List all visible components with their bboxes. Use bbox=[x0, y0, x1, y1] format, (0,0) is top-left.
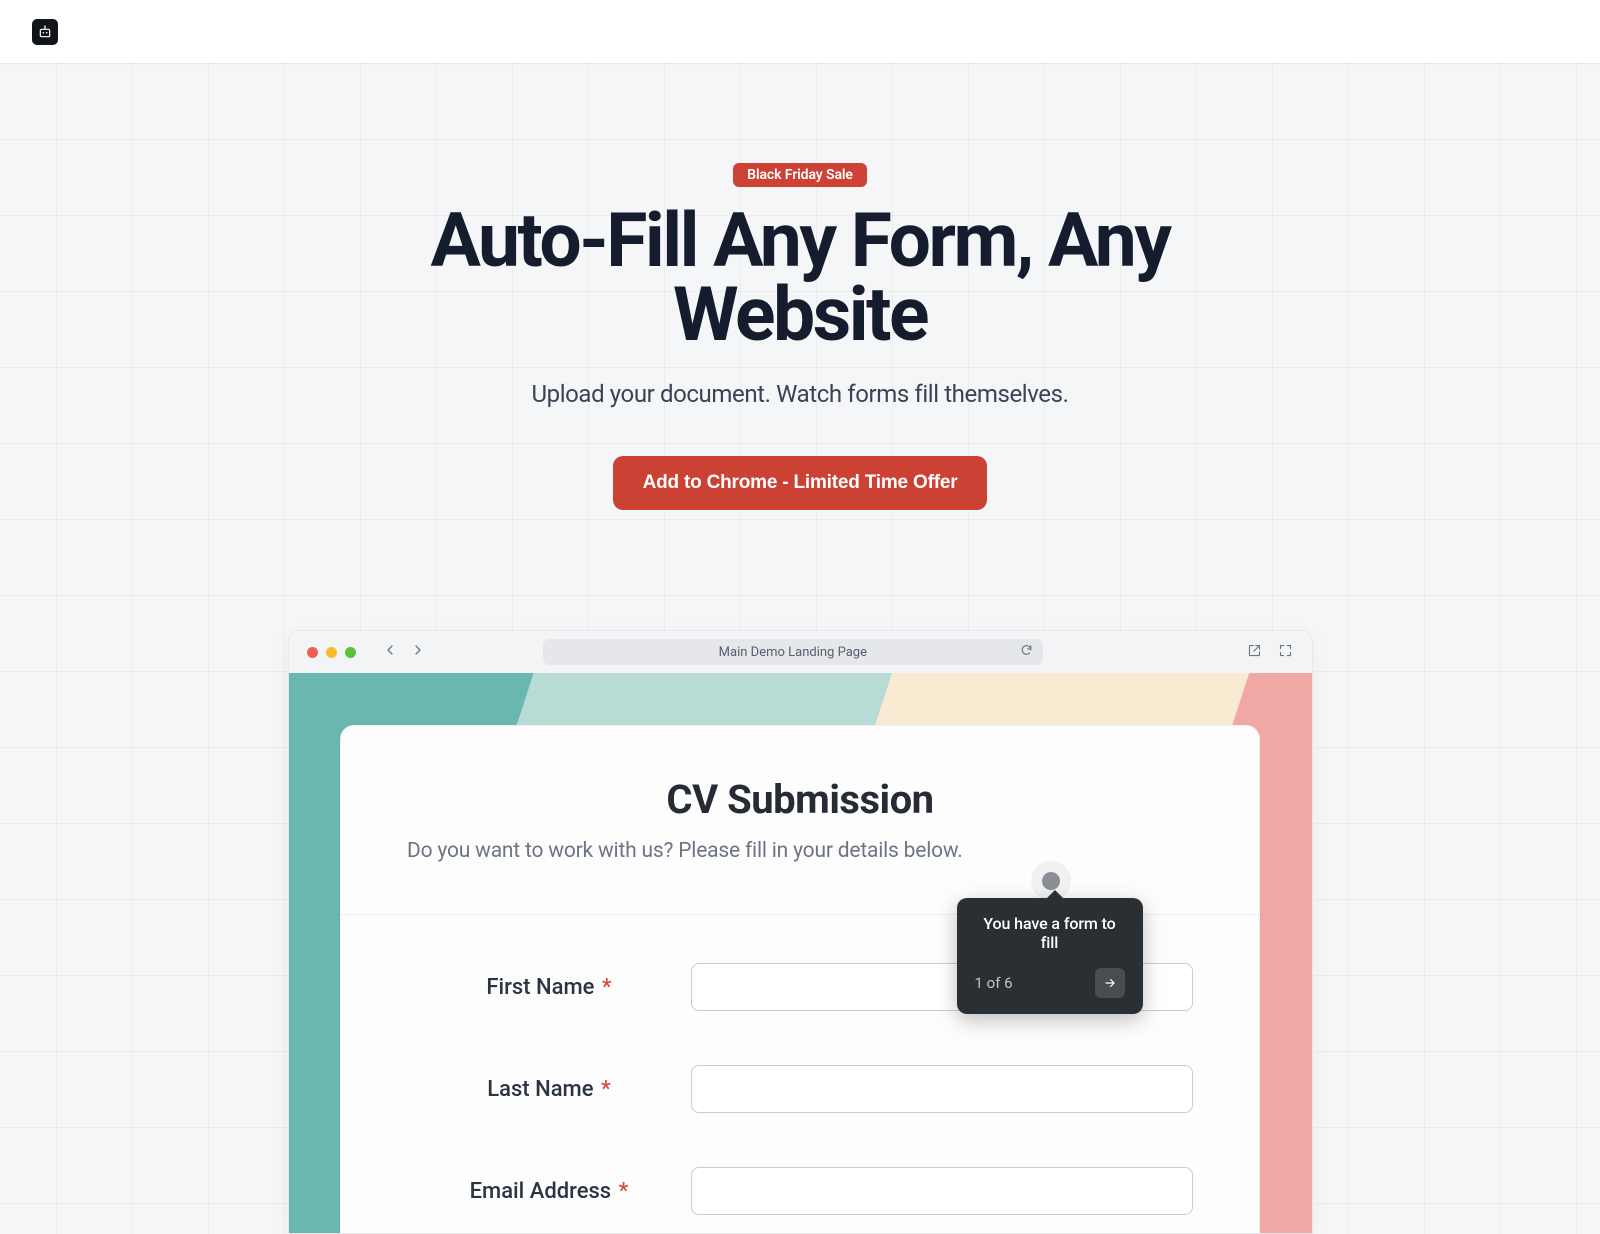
required-asterisk: * bbox=[596, 1077, 611, 1102]
hero-subtitle: Upload your document. Watch forms fill t… bbox=[0, 380, 1600, 408]
browser-chrome-bar: Main Demo Landing Page bbox=[289, 631, 1312, 673]
maximize-dot-icon bbox=[345, 647, 356, 658]
robot-icon bbox=[37, 24, 53, 40]
app-logo[interactable] bbox=[32, 19, 58, 45]
email-input[interactable] bbox=[691, 1167, 1193, 1215]
address-text: Main Demo Landing Page bbox=[719, 645, 867, 660]
first-name-label: First Name * bbox=[407, 975, 691, 1000]
add-to-chrome-button[interactable]: Add to Chrome - Limited Time Offer bbox=[613, 456, 988, 510]
nav-arrows bbox=[382, 642, 426, 662]
minimize-dot-icon bbox=[326, 647, 337, 658]
hero-section: Black Friday Sale Auto-Fill Any Form, An… bbox=[0, 63, 1600, 1234]
back-icon[interactable] bbox=[382, 642, 398, 662]
onboarding-tooltip: You have a form to fill 1 of 6 bbox=[957, 898, 1143, 1014]
hero-title: Auto-Fill Any Form, Any Website bbox=[350, 205, 1250, 352]
topbar bbox=[0, 0, 1600, 63]
close-dot-icon bbox=[307, 647, 318, 658]
browser-viewport: CV Submission Do you want to work with u… bbox=[289, 673, 1312, 1233]
field-row-last-name: Last Name * bbox=[407, 1065, 1193, 1113]
refresh-icon[interactable] bbox=[1020, 644, 1033, 661]
field-row-email: Email Address * bbox=[407, 1167, 1193, 1215]
forward-icon[interactable] bbox=[410, 642, 426, 662]
form-title: CV Submission bbox=[407, 776, 1193, 823]
browser-mock: Main Demo Landing Page bbox=[288, 630, 1313, 1234]
required-asterisk: * bbox=[596, 975, 611, 1000]
open-external-icon[interactable] bbox=[1247, 643, 1262, 662]
tooltip-title: You have a form to fill bbox=[975, 914, 1125, 952]
tooltip-step-count: 1 of 6 bbox=[975, 974, 1013, 992]
traffic-lights bbox=[307, 647, 356, 658]
address-bar[interactable]: Main Demo Landing Page bbox=[543, 639, 1043, 665]
sale-badge: Black Friday Sale bbox=[733, 163, 867, 187]
arrow-right-icon bbox=[1103, 976, 1117, 990]
form-subtitle: Do you want to work with us? Please fill… bbox=[407, 839, 1193, 863]
last-name-input[interactable] bbox=[691, 1065, 1193, 1113]
expand-icon[interactable] bbox=[1278, 643, 1293, 662]
tooltip-next-button[interactable] bbox=[1095, 968, 1125, 998]
last-name-label: Last Name * bbox=[407, 1077, 691, 1102]
